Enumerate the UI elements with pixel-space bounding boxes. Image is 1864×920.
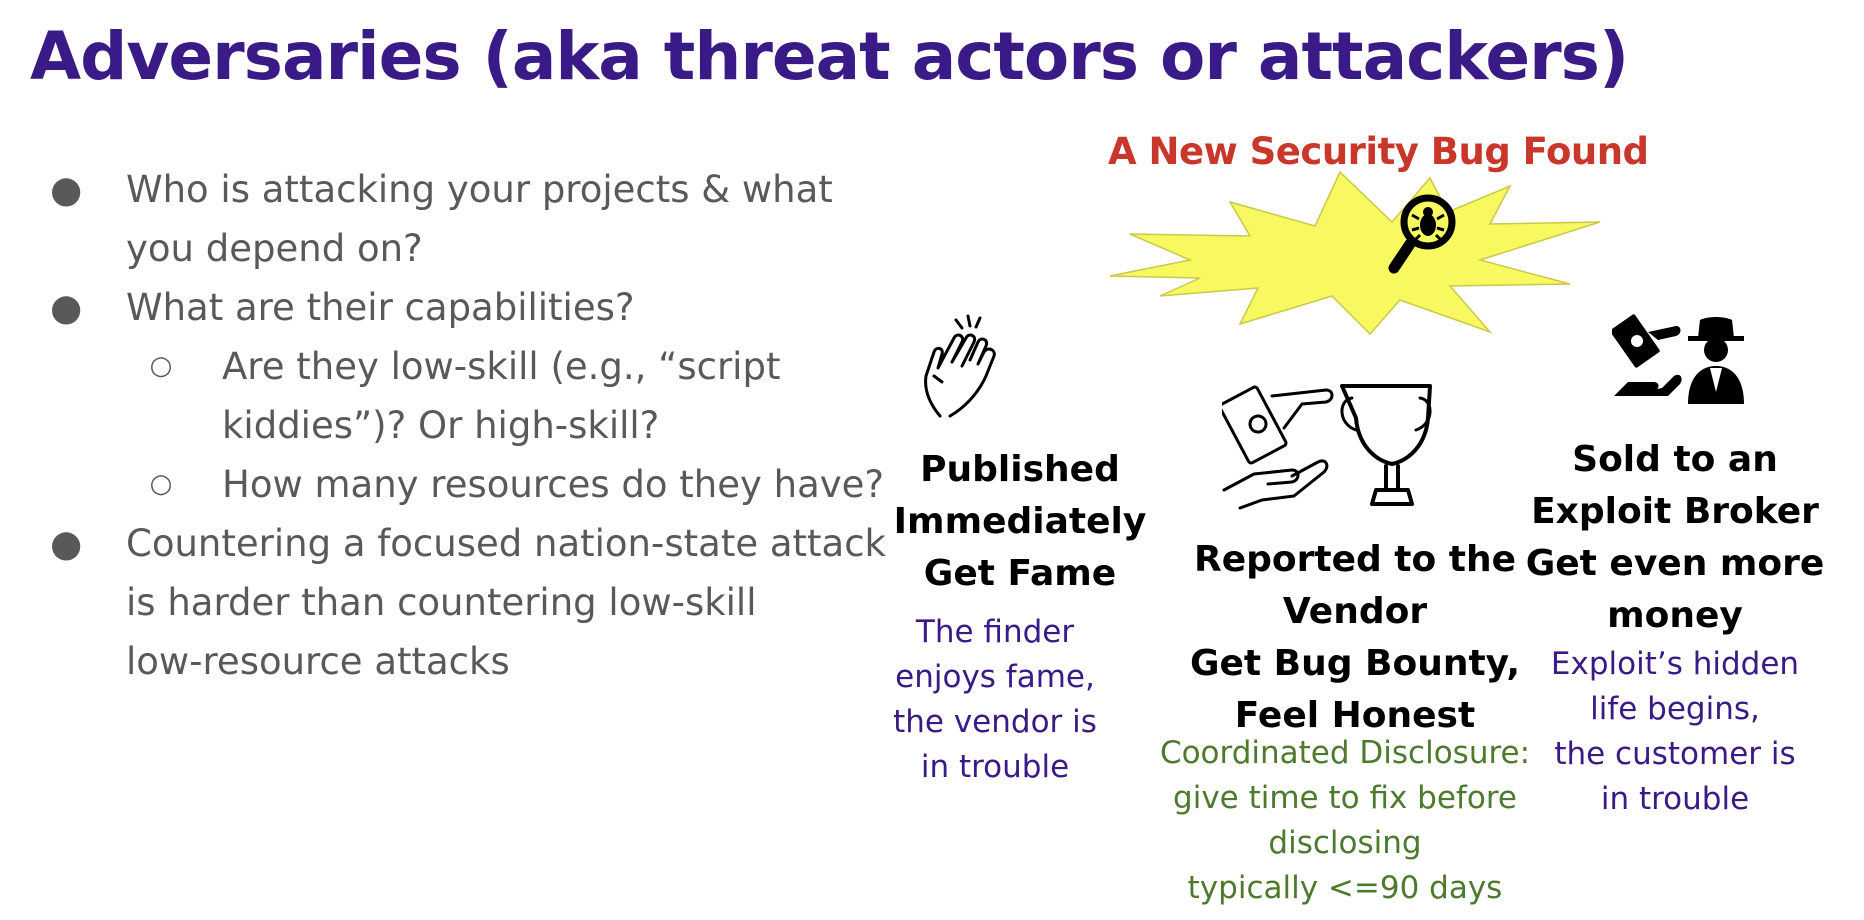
title-line: Immediately: [893, 501, 1147, 542]
bullet-text: you depend on?: [126, 227, 423, 270]
magnifier-bug-icon: [1388, 194, 1456, 274]
outcome-desc-published: The finder enjoys fame, the vendor is in…: [870, 610, 1120, 790]
bullet-dot-icon: ●: [50, 522, 83, 565]
desc-line: The finder: [915, 614, 1075, 650]
desc-line: disclosing: [1268, 825, 1422, 861]
outcome-title-published: Published Immediately Get Fame: [890, 444, 1150, 600]
slide-title: Adversaries (aka threat actors or attack…: [30, 18, 1629, 95]
desc-line: the vendor is: [893, 704, 1097, 740]
bullet-text: Are they low-skill (e.g., “script: [222, 345, 781, 388]
sub-bullet-item: ○ Are they low-skill (e.g., “script kidd…: [50, 337, 870, 455]
bullet-item: ● Who is attacking your projects & what …: [50, 160, 870, 278]
bullet-text: Who is attacking your projects & what: [126, 168, 833, 211]
slide: Adversaries (aka threat actors or attack…: [0, 0, 1864, 920]
title-line: Get even more: [1525, 543, 1825, 584]
desc-line: give time to fix before: [1173, 780, 1517, 816]
outcome-desc-sold: Exploit’s hidden life begins, the custom…: [1530, 642, 1820, 822]
bullet-text: Countering a focused nation-state attack: [126, 522, 886, 565]
bullet-text: is harder than countering low-skill: [126, 581, 757, 624]
title-line: Sold to an: [1572, 439, 1778, 480]
title-line: money: [1607, 595, 1743, 636]
bullet-text: low-resource attacks: [126, 640, 510, 683]
desc-line: in trouble: [1600, 781, 1750, 817]
bullet-text: kiddies”)? Or high-skill?: [222, 404, 660, 447]
title-line: Published: [920, 449, 1120, 490]
bullet-item: ● What are their capabilities?: [50, 278, 870, 337]
desc-line: enjoys fame,: [895, 659, 1095, 695]
bullet-dot-icon: ●: [50, 286, 83, 329]
bullet-list: ● Who is attacking your projects & what …: [50, 160, 886, 691]
bullet-circle-icon: ○: [149, 469, 173, 499]
bullet-circle-icon: ○: [149, 351, 173, 381]
desc-line: Exploit’s hidden: [1550, 646, 1800, 682]
diagram-heading: A New Security Bug Found: [1108, 130, 1649, 173]
bullet-item: ● Countering a focused nation-state atta…: [50, 514, 886, 691]
desc-line: typically <=90 days: [1187, 870, 1503, 906]
broker-money-icon: [1612, 314, 1744, 404]
bullet-text: What are their capabilities?: [126, 286, 635, 329]
title-line: Vendor: [1282, 591, 1428, 632]
clapping-hands-icon: [924, 314, 996, 418]
money-hand-trophy-icon: [1222, 384, 1432, 510]
title-line: Exploit Broker: [1531, 491, 1819, 532]
desc-line: Coordinated Disclosure:: [1159, 735, 1531, 771]
title-line: Get Bug Bounty,: [1189, 643, 1521, 684]
title-line: Reported to the: [1193, 539, 1517, 580]
outcome-title-reported: Reported to the Vendor Get Bug Bounty, F…: [1180, 534, 1530, 742]
desc-line: the customer is: [1554, 736, 1796, 772]
desc-line: life begins,: [1590, 691, 1760, 727]
sub-bullet-item: ○ How many resources do they have?: [50, 455, 885, 514]
title-line: Get Fame: [923, 553, 1117, 594]
outcome-desc-reported: Coordinated Disclosure: give time to fix…: [1150, 731, 1540, 911]
desc-line: in trouble: [920, 749, 1070, 785]
bullet-dot-icon: ●: [50, 168, 83, 211]
explosion-burst-icon: [1109, 170, 1601, 336]
bullet-text: How many resources do they have?: [222, 463, 885, 506]
outcome-title-sold: Sold to an Exploit Broker Get even more …: [1525, 434, 1825, 642]
